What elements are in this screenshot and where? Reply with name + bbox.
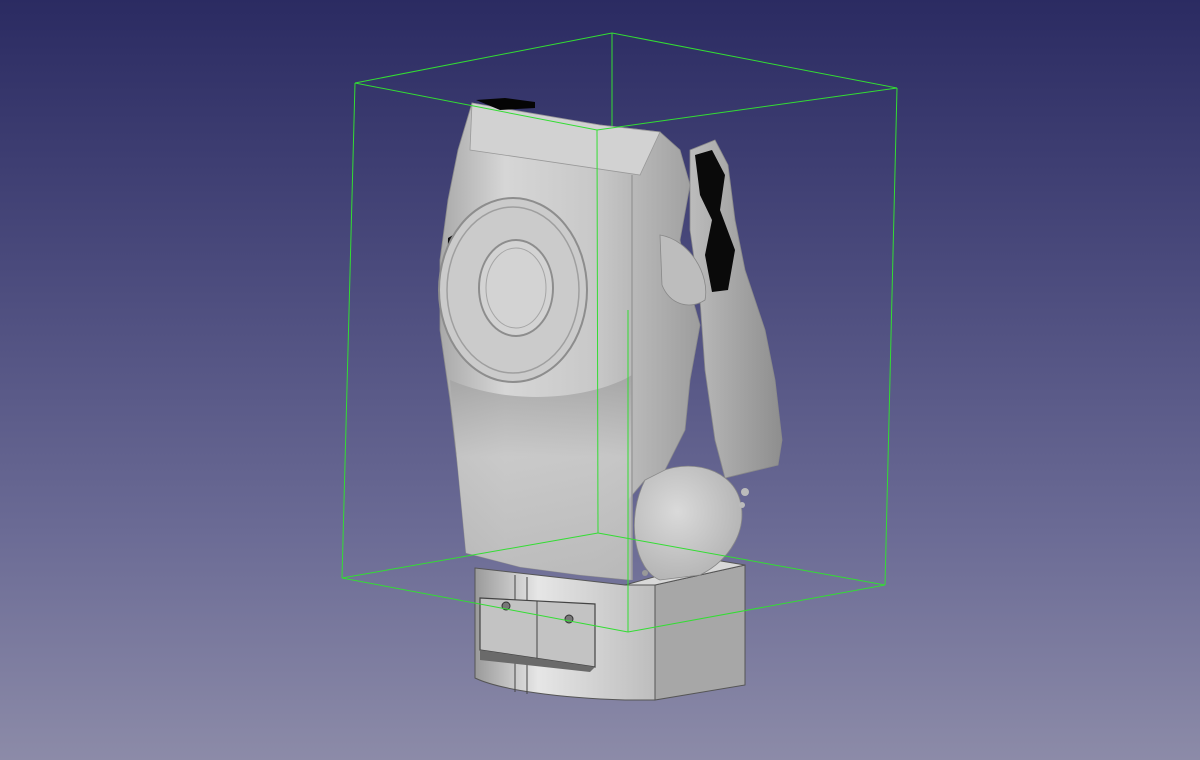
scan-artifact-2 <box>739 502 745 508</box>
base-right-face <box>654 564 746 701</box>
3d-scene[interactable] <box>0 0 1200 760</box>
scan-lower-band <box>450 375 632 580</box>
embossed-badge <box>438 197 588 383</box>
bounding-box-back <box>354 32 898 135</box>
scanned-mesh[interactable] <box>438 98 783 581</box>
base-mount[interactable] <box>474 559 746 701</box>
3d-viewport[interactable] <box>0 0 1200 760</box>
scan-artifact-3 <box>642 570 648 576</box>
scan-artifact-1 <box>741 488 749 496</box>
